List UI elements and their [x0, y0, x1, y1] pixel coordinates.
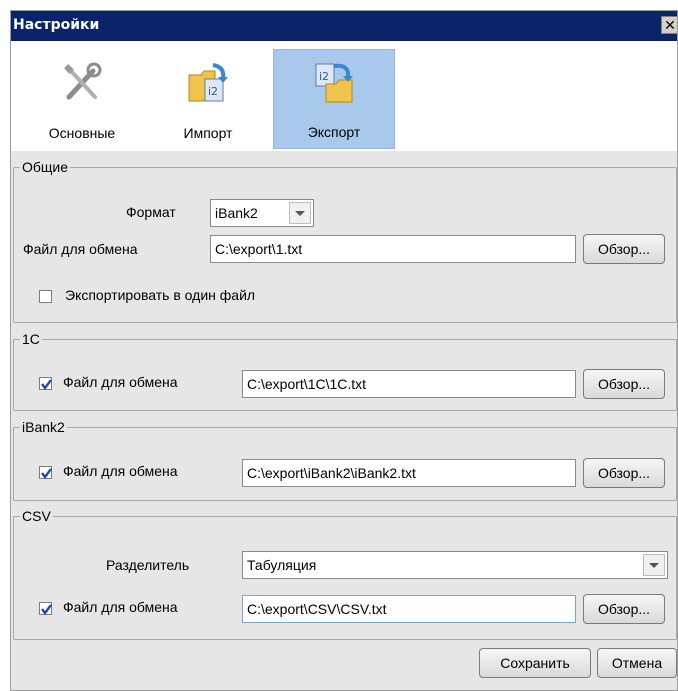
tab-export[interactable]: i2 Экспорт — [273, 49, 395, 149]
save-button[interactable]: Сохранить — [479, 648, 591, 678]
onec-browse-button[interactable]: Обзор... — [583, 369, 665, 399]
export-icon: i2 — [312, 60, 358, 106]
csv-legend: CSV — [22, 508, 51, 524]
cancel-button[interactable]: Отмена — [597, 648, 677, 678]
format-value: iBank2 — [215, 205, 258, 221]
tab-export-label: Экспорт — [307, 124, 361, 140]
chevron-down-icon[interactable] — [643, 554, 665, 576]
ibank2-file-input[interactable]: C:\export\iBank2\iBank2.txt — [242, 459, 576, 487]
chevron-down-icon[interactable] — [289, 202, 311, 224]
general-file-input[interactable]: C:\export\1.txt — [210, 235, 576, 263]
general-file-label: Файл для обмена — [23, 241, 138, 257]
tab-general[interactable]: Основные — [21, 51, 143, 149]
title-bar: Настройки ✕ — [11, 11, 677, 41]
onec-file-value: C:\export\1C\1C.txt — [247, 376, 367, 392]
separator-value: Табуляция — [247, 557, 317, 573]
format-label: Формат — [126, 204, 176, 220]
ibank2-file-checkbox[interactable] — [39, 466, 52, 479]
settings-toolbar: Основные i2 Импорт i2 Экспорт — [11, 41, 677, 151]
onec-file-label: Файл для обмена — [63, 374, 178, 390]
onec-legend: 1С — [22, 331, 40, 347]
settings-window: Настройки ✕ Основные i2 Импорт i2 Экспор… — [10, 10, 678, 691]
tab-general-label: Основные — [48, 125, 116, 141]
close-icon[interactable]: ✕ — [661, 16, 677, 34]
csv-file-label: Файл для обмена — [63, 599, 178, 615]
ibank2-file-value: C:\export\iBank2\iBank2.txt — [247, 465, 416, 481]
csv-file-input[interactable]: C:\export\CSV\CSV.txt — [242, 595, 576, 623]
general-legend: Общие — [22, 159, 69, 175]
window-title: Настройки — [13, 17, 100, 33]
csv-browse-button[interactable]: Обзор... — [583, 594, 665, 624]
onec-file-checkbox[interactable] — [39, 377, 52, 390]
csv-file-checkbox[interactable] — [39, 602, 52, 615]
general-browse-button[interactable]: Обзор... — [583, 234, 665, 264]
ibank2-legend: iBank2 — [22, 419, 65, 435]
format-select[interactable]: iBank2 — [210, 199, 314, 227]
import-icon: i2 — [185, 61, 231, 107]
tools-icon — [59, 61, 105, 107]
single-file-checkbox[interactable] — [39, 290, 52, 303]
separator-select[interactable]: Табуляция — [242, 551, 668, 579]
onec-file-input[interactable]: C:\export\1C\1C.txt — [242, 370, 576, 398]
svg-text:i2: i2 — [319, 70, 329, 83]
tab-import[interactable]: i2 Импорт — [147, 51, 269, 149]
separator-label: Разделитель — [106, 557, 190, 573]
ibank2-browse-button[interactable]: Обзор... — [583, 458, 665, 488]
general-file-value: C:\export\1.txt — [215, 241, 303, 257]
single-file-label: Экспортировать в один файл — [65, 287, 256, 303]
ibank2-file-label: Файл для обмена — [63, 463, 178, 479]
tab-import-label: Импорт — [183, 125, 233, 141]
svg-text:i2: i2 — [208, 85, 218, 98]
csv-file-value: C:\export\CSV\CSV.txt — [247, 601, 387, 617]
